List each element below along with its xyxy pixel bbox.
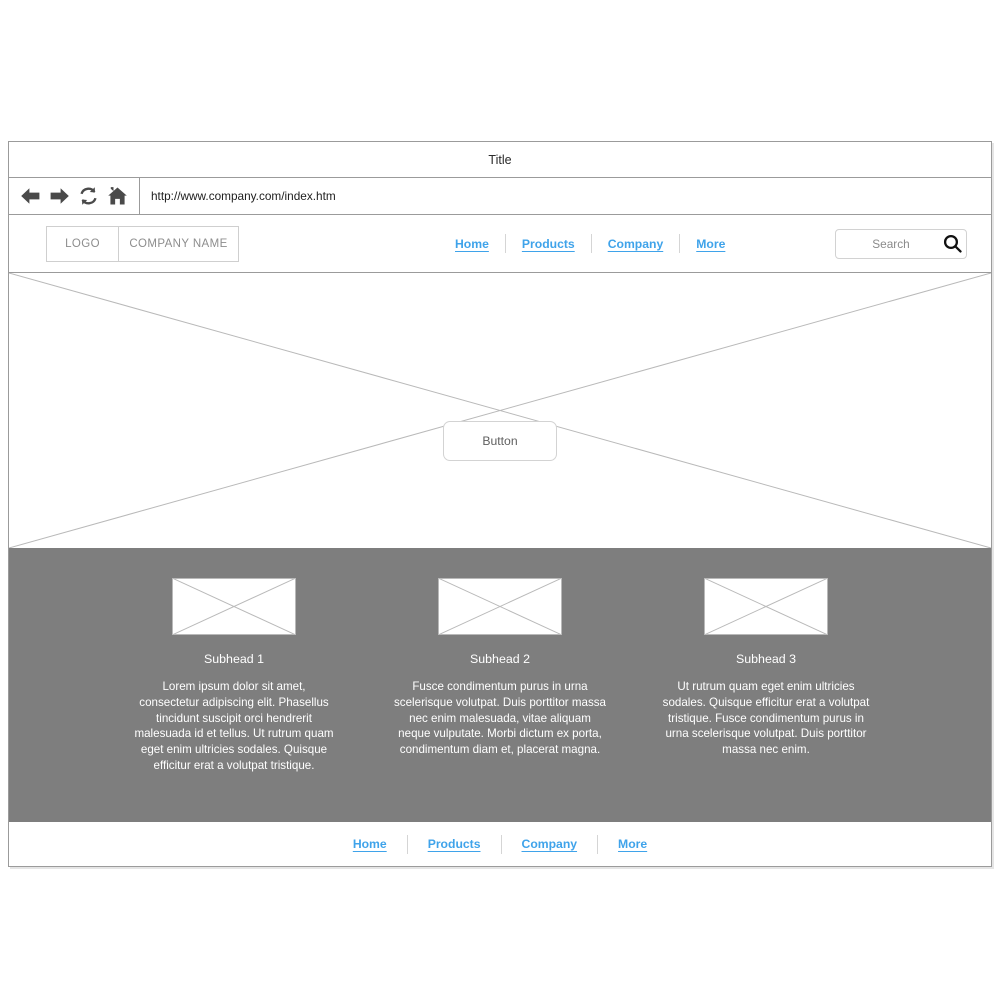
company-name-cell: COMPANY NAME bbox=[129, 237, 228, 250]
feature-body-text: Ut rutrum quam eget enim ultricies sodal… bbox=[662, 680, 870, 757]
hero-cross-lines bbox=[9, 273, 991, 548]
hero-image-placeholder: Button bbox=[9, 273, 991, 548]
footer-link-more[interactable]: More bbox=[618, 837, 647, 851]
nav-link-home[interactable]: Home bbox=[455, 237, 489, 251]
feature-body-text: Lorem ipsum dolor sit amet, consectetur … bbox=[134, 680, 334, 772]
logo-cell: LOGO bbox=[47, 226, 119, 261]
feature-cross-lines bbox=[704, 578, 828, 635]
nav-link-more[interactable]: More bbox=[696, 237, 725, 251]
footer-link-products[interactable]: Products bbox=[428, 837, 481, 851]
browser-toolbar: http://www.company.com/index.htm bbox=[9, 178, 991, 215]
feature-image-placeholder bbox=[172, 578, 296, 635]
feature-subhead: Subhead 1 bbox=[204, 652, 264, 666]
feature-cross-lines bbox=[438, 578, 562, 635]
nav-separator bbox=[504, 234, 506, 253]
url-input[interactable]: http://www.company.com/index.htm bbox=[140, 178, 991, 214]
browser-nav-icons bbox=[9, 178, 140, 214]
footer-separator bbox=[406, 834, 408, 854]
footer-separator bbox=[597, 834, 599, 854]
footer-link-home[interactable]: Home bbox=[353, 837, 387, 851]
home-icon[interactable] bbox=[106, 184, 130, 208]
search-input[interactable]: Search bbox=[835, 228, 967, 259]
forward-arrow-icon[interactable] bbox=[48, 184, 72, 208]
feature-body-text: Fusce condimentum purus in urna sceleris… bbox=[394, 680, 606, 757]
hero-cta-button[interactable]: Button bbox=[443, 420, 557, 461]
feature-subhead: Subhead 3 bbox=[736, 652, 796, 666]
nav-separator bbox=[590, 234, 592, 253]
search-icon[interactable] bbox=[938, 234, 966, 253]
url-text: http://www.company.com/index.htm bbox=[151, 189, 336, 203]
nav-separator bbox=[679, 234, 681, 253]
feature-image-placeholder bbox=[438, 578, 562, 635]
header-navigation: Home Products Company More bbox=[439, 234, 741, 253]
footer-link-company[interactable]: Company bbox=[522, 837, 578, 851]
search-placeholder-text: Search bbox=[872, 236, 910, 251]
feature-subhead: Subhead 2 bbox=[470, 652, 530, 666]
footer-separator bbox=[500, 834, 502, 854]
browser-window: Title http://www.company.com/index.htm L… bbox=[8, 141, 992, 867]
feature-image-placeholder bbox=[704, 578, 828, 635]
feature-cross-lines bbox=[172, 578, 296, 635]
refresh-icon[interactable] bbox=[77, 184, 101, 208]
site-footer: Home Products Company More bbox=[9, 822, 991, 866]
logo-company-block[interactable]: LOGO COMPANY NAME bbox=[46, 225, 239, 262]
nav-link-company[interactable]: Company bbox=[608, 237, 664, 251]
site-header: LOGO COMPANY NAME Home Products Company … bbox=[9, 215, 991, 273]
browser-title-bar: Title bbox=[9, 142, 991, 178]
back-arrow-icon[interactable] bbox=[19, 184, 43, 208]
nav-link-products[interactable]: Products bbox=[522, 237, 575, 251]
feature-columns-section: Subhead 1 Lorem ipsum dolor sit amet, co… bbox=[9, 548, 991, 822]
feature-column: Subhead 2 Fusce condimentum purus in urn… bbox=[367, 578, 633, 758]
feature-column: Subhead 1 Lorem ipsum dolor sit amet, co… bbox=[101, 578, 367, 774]
page-title: Title bbox=[488, 152, 512, 167]
feature-column: Subhead 3 Ut rutrum quam eget enim ultri… bbox=[633, 578, 899, 758]
